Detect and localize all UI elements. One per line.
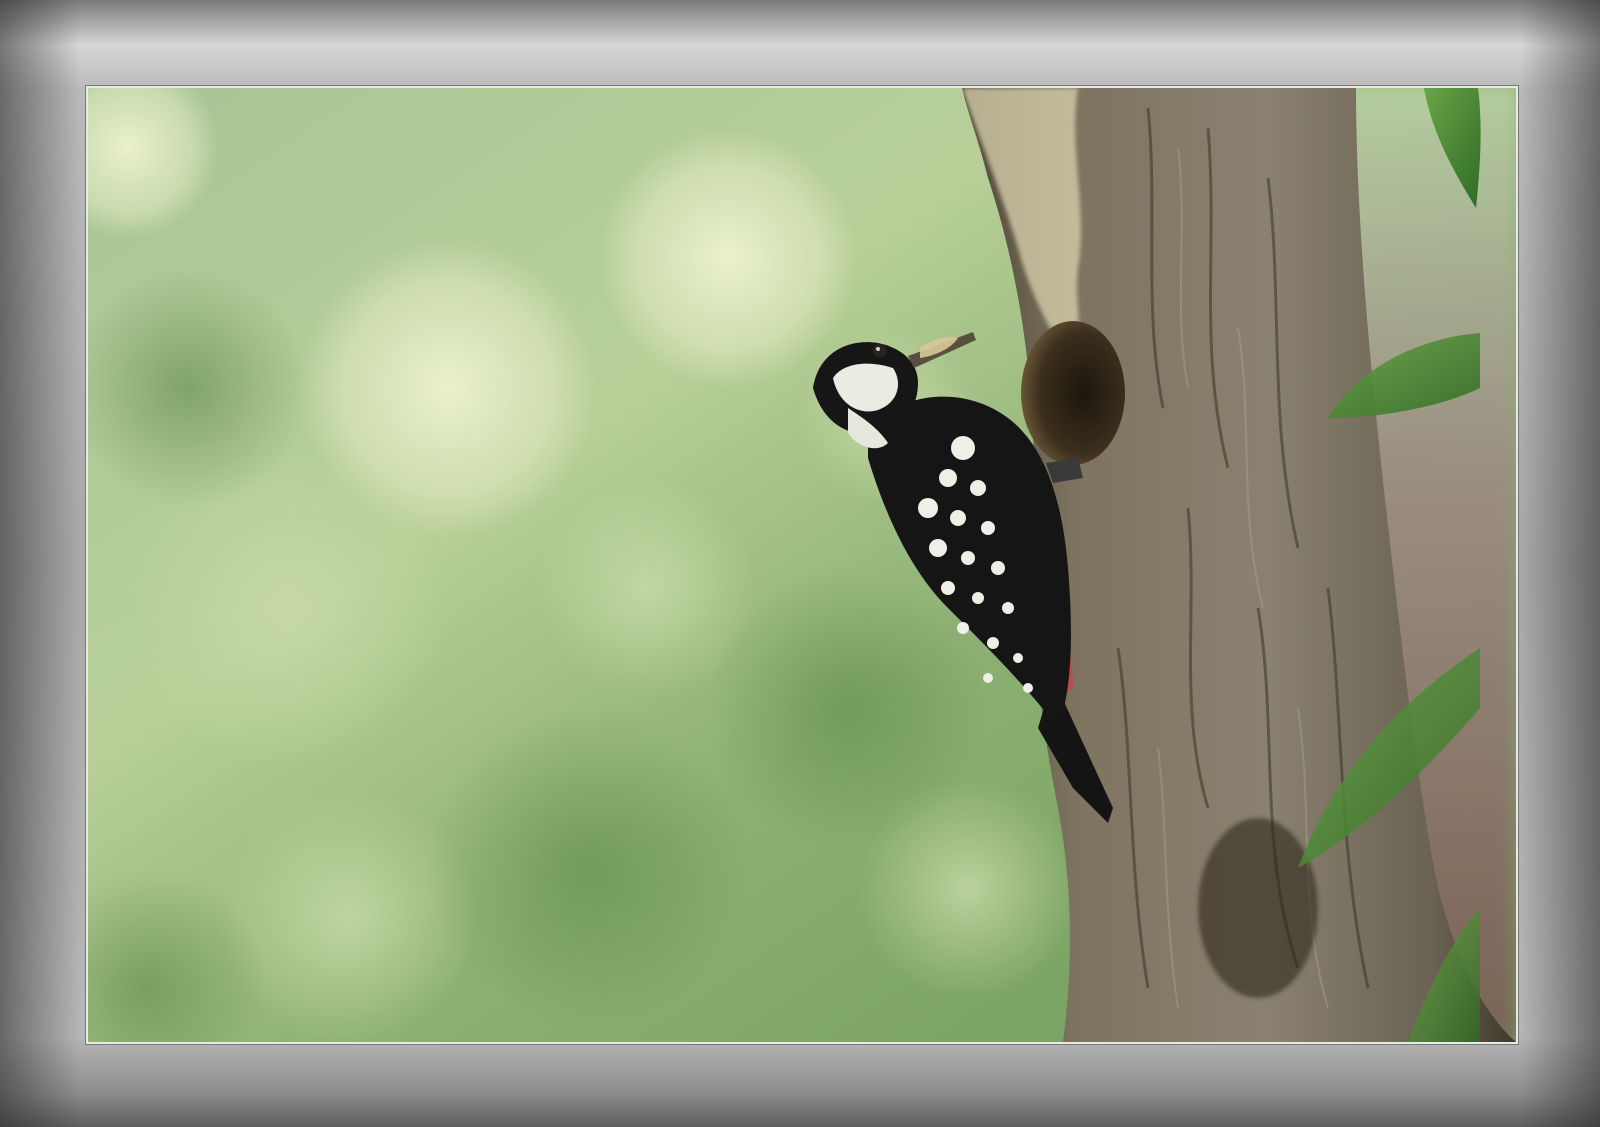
photograph — [88, 88, 1516, 1042]
nest-hole — [1021, 321, 1125, 465]
picture-frame — [0, 0, 1600, 1127]
photo-border — [86, 86, 1518, 1044]
